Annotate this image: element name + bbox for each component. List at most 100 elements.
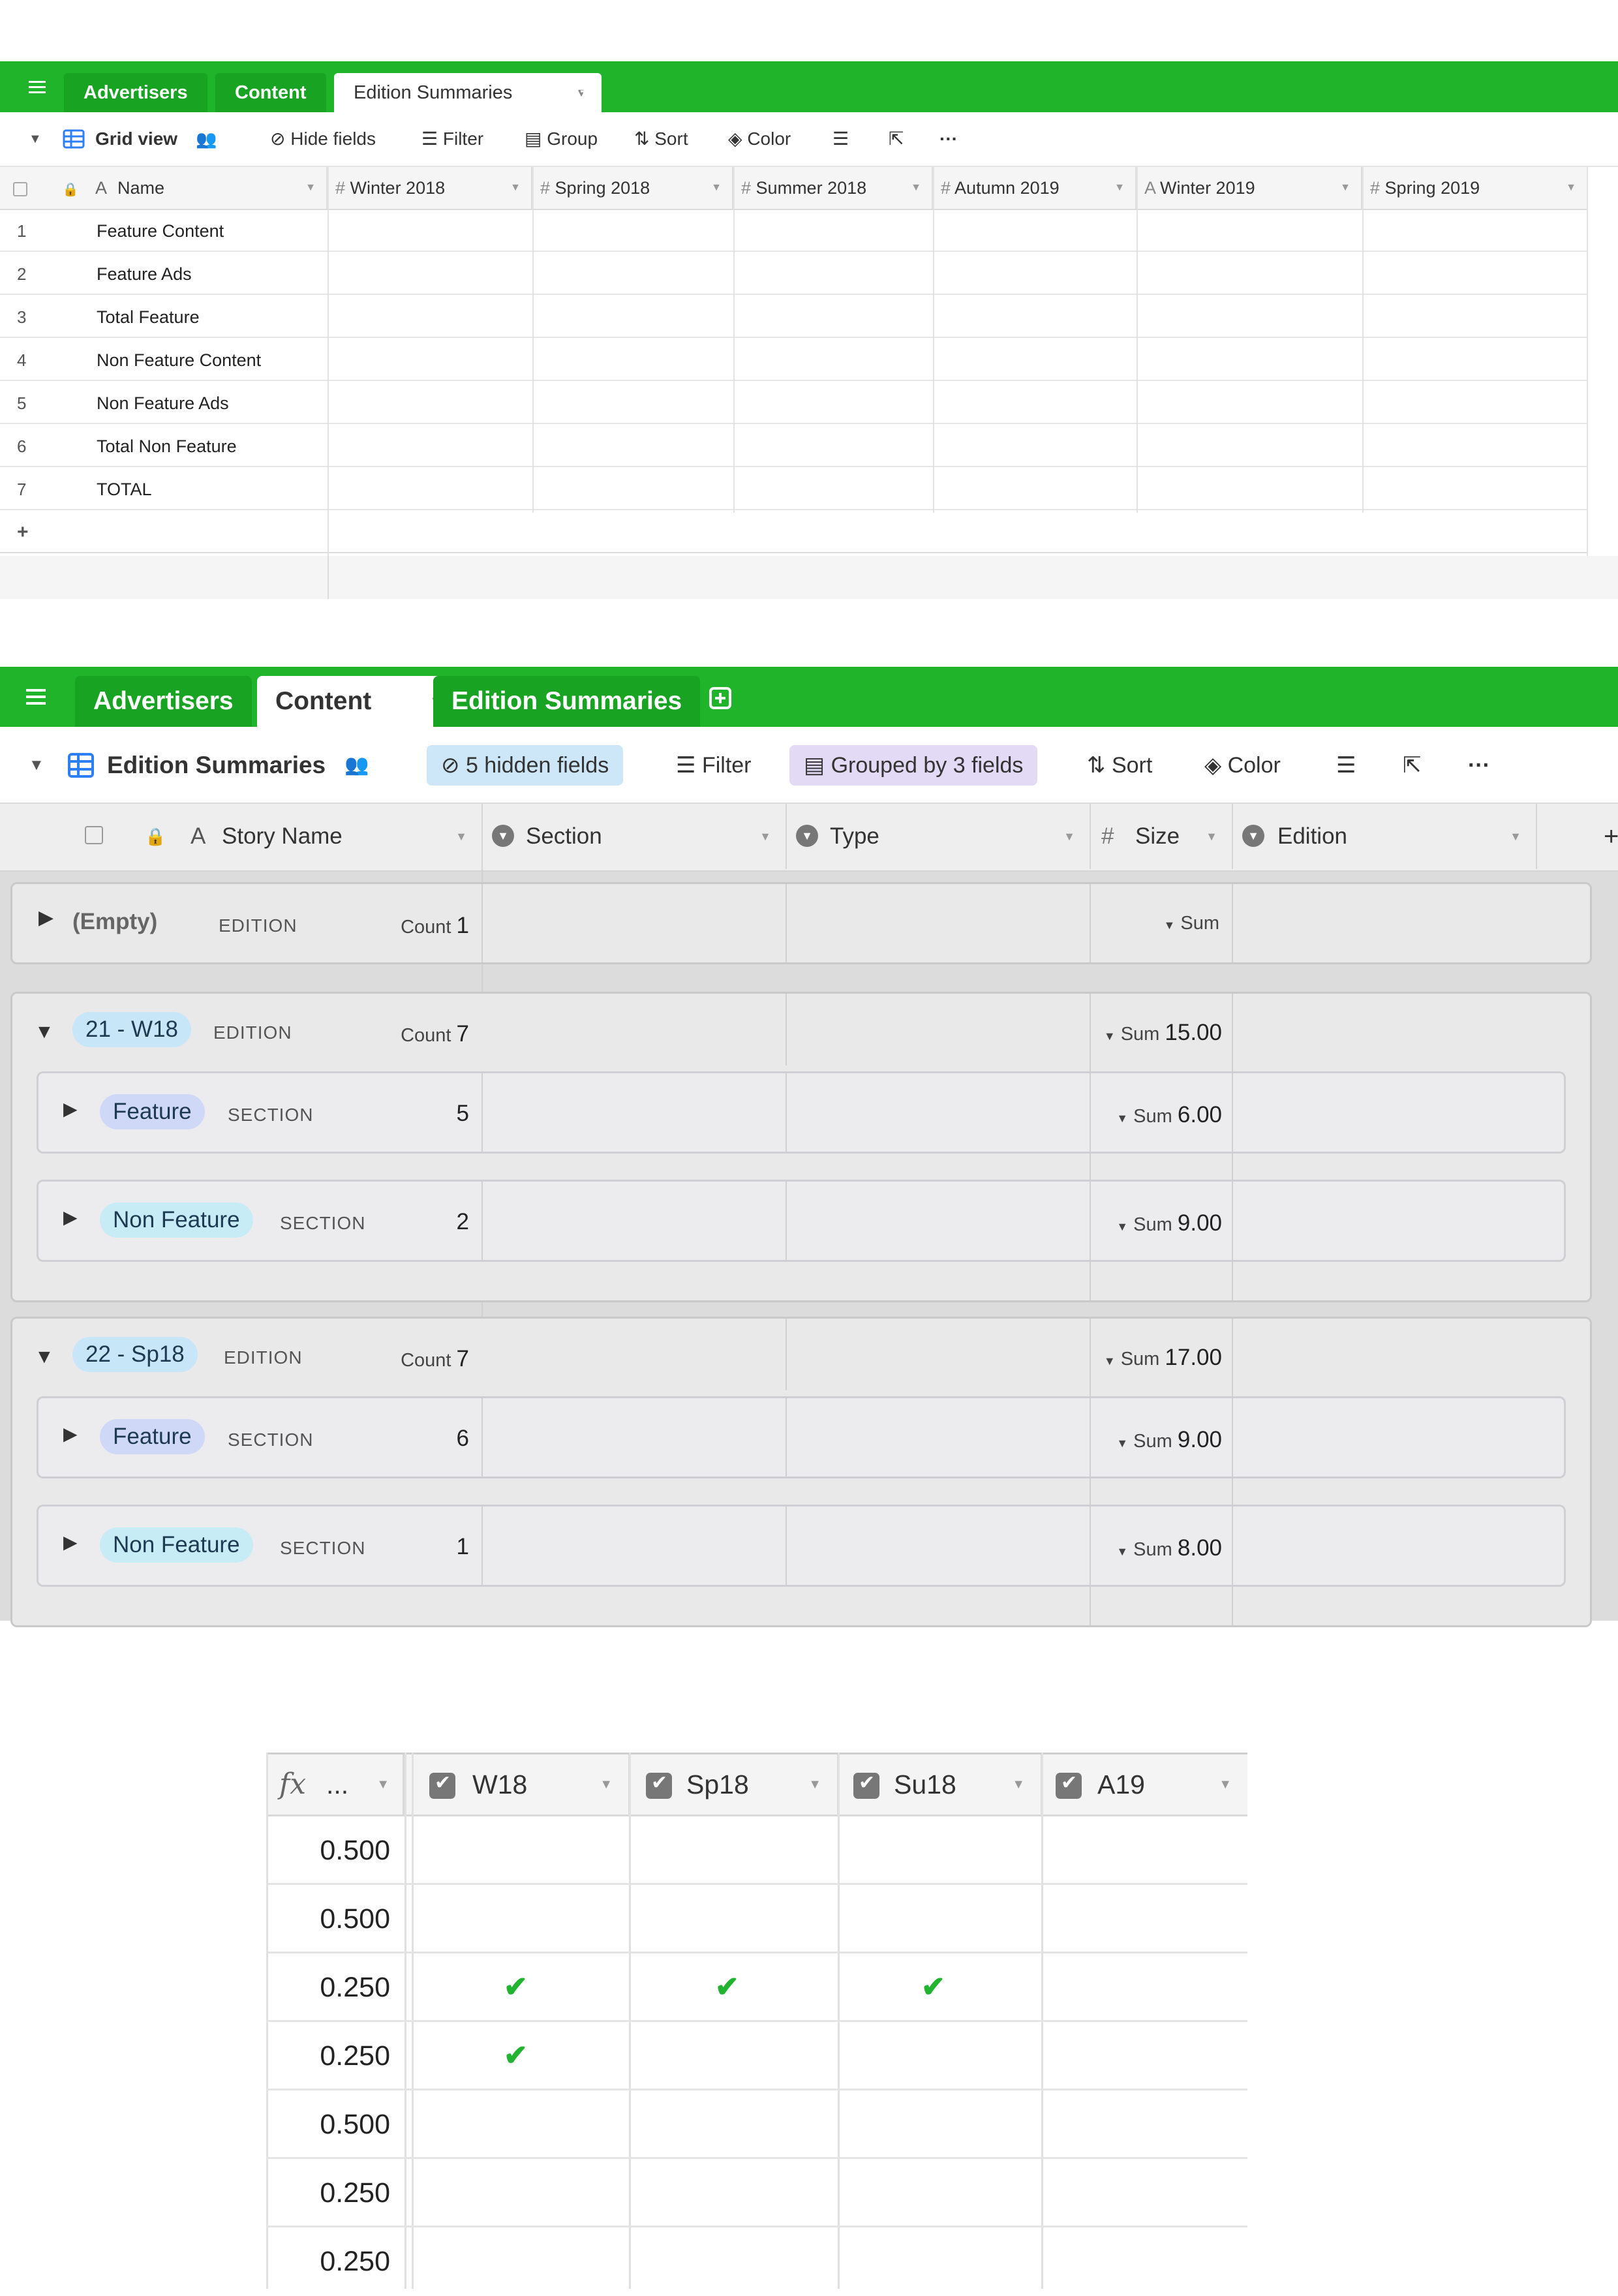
row-name[interactable]: Non Feature Ads (97, 382, 229, 424)
column-name[interactable]: 🔒 A Name ▼ (0, 167, 328, 209)
chevron-down-icon[interactable]: ▼ (376, 1754, 389, 1814)
more-icon[interactable]: ··· (1468, 745, 1490, 786)
group-sum[interactable]: ▼ Sum 9.00 (1095, 1210, 1222, 1236)
chevron-down-icon[interactable]: ▼ (1219, 1754, 1232, 1814)
hide-fields-button[interactable]: ⊘ Hide fields (270, 112, 376, 166)
tab-edition-summaries[interactable]: Edition Summaries ▼ (334, 73, 602, 112)
column-spring-2019[interactable]: # Spring 2019 ▼ (1362, 167, 1588, 209)
filter-button[interactable]: ☰ Filter (421, 112, 483, 166)
chevron-down-icon[interactable]: ▼ (1510, 804, 1521, 869)
row-name[interactable]: Total Non Feature (97, 425, 237, 467)
column-a19[interactable]: ✔ A19 ▼ (1043, 1754, 1247, 1814)
menu-icon[interactable] (22, 684, 51, 710)
chevron-down-icon[interactable]: ▼ (1012, 1754, 1025, 1814)
view-name[interactable]: Grid view (95, 112, 177, 166)
table-row[interactable]: 3 Total Feature (0, 296, 1588, 338)
add-tab-icon[interactable] (575, 82, 594, 100)
column-spring-2018[interactable]: # Spring 2018 ▼ (532, 167, 733, 209)
group-sum[interactable]: ▼ Sum 17.00 (1095, 1345, 1222, 1371)
collapse-sidebar-icon[interactable]: ▼ (29, 745, 44, 786)
chevron-down-icon[interactable]: ▼ (711, 167, 722, 209)
check-icon[interactable]: ✔ (504, 1970, 528, 2004)
tab-content[interactable]: Content (215, 73, 326, 112)
tab-advertisers[interactable]: Advertisers (64, 73, 207, 112)
check-icon[interactable]: ✔ (921, 1970, 945, 2004)
group-sum[interactable]: ▼ Sum 15.00 (1095, 1020, 1222, 1046)
chevron-down-icon[interactable]: ▼ (1340, 167, 1351, 209)
table-row[interactable]: 2 Feature Ads (0, 253, 1588, 295)
column-winter-2018[interactable]: # Winter 2018 ▼ (328, 167, 532, 209)
grouped-button[interactable]: ▤ Grouped by 3 fields (789, 745, 1038, 786)
column-story-name[interactable]: 🔒 A Story Name ▼ (0, 804, 483, 869)
chevron-down-icon[interactable]: ▼ (1063, 804, 1075, 869)
expand-icon[interactable]: ▶ (63, 1098, 78, 1120)
color-button[interactable]: ◈ Color (1204, 745, 1281, 786)
expand-icon[interactable]: ▶ (63, 1423, 78, 1445)
column-section[interactable]: ▼ Section ▼ (483, 804, 787, 869)
chevron-down-icon[interactable]: ▼ (1206, 804, 1217, 869)
share-icon[interactable]: ⇱ (1403, 745, 1422, 786)
select-all-checkbox[interactable] (85, 826, 103, 844)
collapse-icon[interactable]: ▼ (35, 1346, 54, 1368)
column-edition[interactable]: ▼ Edition ▼ (1233, 804, 1537, 869)
row-name[interactable]: TOTAL (97, 468, 152, 510)
select-all-checkbox[interactable] (13, 181, 27, 196)
group-button[interactable]: ▤ Group (525, 112, 598, 166)
group-section[interactable]: ▶ Feature SECTION 5 ▼ Sum 6.00 (37, 1071, 1566, 1154)
share-icon[interactable]: ⇱ (889, 112, 904, 166)
table-row[interactable]: 7 TOTAL (0, 468, 1588, 510)
collapse-sidebar-icon[interactable]: ▼ (29, 112, 42, 166)
table-row[interactable]: 0.500 (266, 2090, 1247, 2159)
add-field-icon[interactable]: + (1604, 804, 1618, 869)
menu-icon[interactable] (25, 74, 51, 100)
group-section[interactable]: ▶ Non Feature SECTION 2 ▼ Sum 9.00 (37, 1180, 1566, 1262)
column-type[interactable]: ▼ Type ▼ (787, 804, 1091, 869)
chevron-down-icon[interactable]: ▼ (759, 804, 771, 869)
table-row[interactable]: 0.250 (266, 2227, 1247, 2296)
column-summer-2018[interactable]: # Summer 2018 ▼ (733, 167, 933, 209)
column-w18[interactable]: ✔ W18 ▼ (414, 1754, 630, 1814)
add-row-icon[interactable]: + (17, 512, 29, 553)
hidden-fields-button[interactable]: ⊘ 5 hidden fields (427, 745, 624, 786)
column-formula[interactable]: fx ... ▼ (266, 1754, 404, 1814)
column-size[interactable]: # Size ▼ (1091, 804, 1233, 869)
table-row[interactable]: 6 Total Non Feature (0, 425, 1588, 467)
color-button[interactable]: ◈ Color (728, 112, 791, 166)
group-sum[interactable]: ▼ Sum 6.00 (1095, 1102, 1222, 1128)
group-section[interactable]: ▶ Non Feature SECTION 1 ▼ Sum 8.00 (37, 1505, 1566, 1587)
view-name[interactable]: Edition Summaries (107, 745, 326, 786)
table-row[interactable]: 0.250 ✔ ✔ ✔ (266, 1953, 1247, 2022)
table-row[interactable]: 0.500 (266, 1885, 1247, 1953)
table-row[interactable]: 4 Non Feature Content (0, 339, 1588, 381)
row-name[interactable]: Total Feature (97, 296, 200, 338)
column-sp18[interactable]: ✔ Sp18 ▼ (630, 1754, 839, 1814)
add-tab-icon[interactable] (709, 686, 732, 710)
sort-button[interactable]: ⇅ Sort (634, 112, 688, 166)
column-autumn-2019[interactable]: # Autumn 2019 ▼ (933, 167, 1137, 209)
row-name[interactable]: Feature Content (97, 210, 224, 252)
tab-edition-summaries[interactable]: Edition Summaries (433, 676, 701, 727)
collapse-icon[interactable]: ▼ (35, 1021, 54, 1043)
column-su18[interactable]: ✔ Su18 ▼ (839, 1754, 1043, 1814)
table-row[interactable]: 5 Non Feature Ads (0, 382, 1588, 424)
group-empty[interactable]: ▶ (Empty) EDITION Count 1 ▼ Sum (10, 882, 1592, 964)
row-height-icon[interactable]: ☰ (832, 112, 849, 166)
group-sum[interactable]: ▼ Sum 8.00 (1095, 1535, 1222, 1561)
expand-icon[interactable]: ▶ (63, 1531, 78, 1553)
group-section[interactable]: ▶ Feature SECTION 6 ▼ Sum 9.00 (37, 1396, 1566, 1478)
row-name[interactable]: Non Feature Content (97, 339, 261, 381)
sort-button[interactable]: ⇅ Sort (1087, 745, 1152, 786)
group-sum[interactable]: ▼ Sum 9.00 (1095, 1427, 1222, 1453)
tab-content[interactable]: Content ▼ (257, 676, 455, 727)
chevron-down-icon[interactable]: ▼ (1114, 167, 1125, 209)
column-winter-2019[interactable]: A Winter 2019 ▼ (1137, 167, 1362, 209)
expand-icon[interactable]: ▶ (38, 906, 53, 929)
chevron-down-icon[interactable]: ▼ (305, 167, 316, 209)
group-sum[interactable]: ▼ Sum (1108, 913, 1219, 934)
chevron-down-icon[interactable]: ▼ (1566, 167, 1576, 209)
chevron-down-icon[interactable]: ▼ (455, 804, 467, 869)
chevron-down-icon[interactable]: ▼ (911, 167, 921, 209)
table-row[interactable]: 0.500 (266, 1816, 1247, 1885)
table-row[interactable]: 1 Feature Content (0, 210, 1588, 252)
chevron-down-icon[interactable]: ▼ (510, 167, 521, 209)
